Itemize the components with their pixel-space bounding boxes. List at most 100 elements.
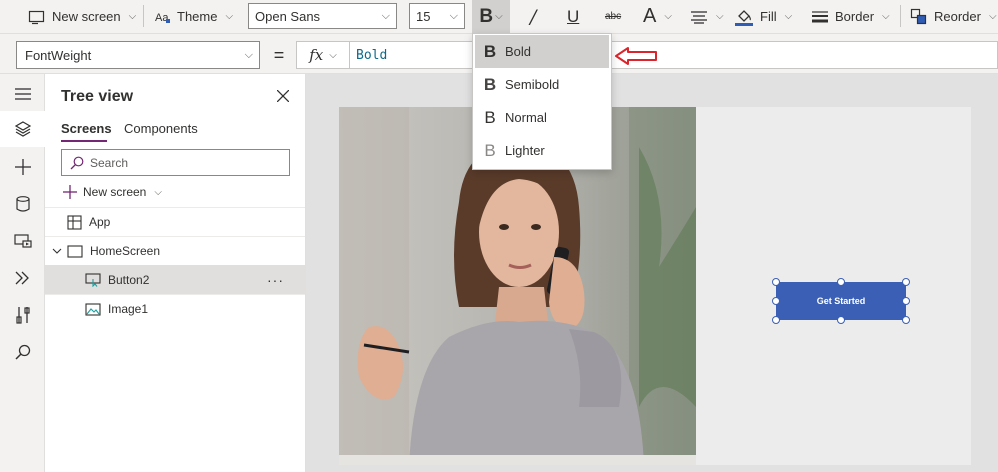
tree-item-button2[interactable]: Button2 ··· <box>45 265 305 294</box>
tree-item-homescreen[interactable]: HomeScreen <box>45 236 305 265</box>
close-icon <box>277 90 289 102</box>
button-control-icon <box>85 273 101 287</box>
layers-icon <box>14 121 31 137</box>
chevron-down-icon: ⌵ <box>128 11 137 22</box>
new-screen-icon <box>28 10 45 24</box>
search-icon <box>14 344 30 360</box>
data-button[interactable] <box>0 186 45 222</box>
font-weight-dropdown: B Bold B Semibold B Normal B Lighter <box>472 33 612 170</box>
chevron-down-icon: ⌵ <box>495 11 503 22</box>
tree-view-panel: Tree view Screens Components Search New … <box>45 74 306 472</box>
reorder-button[interactable]: Reorder ⌵ <box>910 0 997 33</box>
italic-icon: / <box>530 5 537 28</box>
image-control-icon <box>85 302 101 316</box>
tab-screens[interactable]: Screens <box>61 121 112 136</box>
border-label: Border <box>835 9 875 24</box>
app-icon <box>67 214 82 230</box>
equals-sign: = <box>273 44 285 65</box>
active-tab-indicator <box>61 140 107 142</box>
theme-icon: Aa <box>155 12 170 24</box>
fill-bucket-icon <box>735 9 753 26</box>
option-label: Normal <box>505 110 547 125</box>
tree-view-button[interactable] <box>0 111 45 147</box>
toolbar: New screen ⌵ Aa Theme ⌵ Open Sans ⌵ 15 ⌵… <box>0 0 998 33</box>
toolbar-divider <box>900 5 901 27</box>
chevron-down-icon: ⌵ <box>664 11 672 22</box>
tree-view-title: Tree view <box>61 88 134 105</box>
resize-handle[interactable] <box>837 278 845 286</box>
new-screen-label: New screen <box>52 9 121 24</box>
media-icon <box>13 234 32 248</box>
property-select[interactable]: FontWeight ⌵ <box>16 41 260 69</box>
reorder-label: Reorder <box>934 9 981 24</box>
chevron-down-icon: ⌵ <box>449 9 458 22</box>
font-family-select[interactable]: Open Sans ⌵ <box>248 3 397 29</box>
insert-button[interactable] <box>0 149 45 185</box>
chevron-down-icon: ⌵ <box>882 11 890 22</box>
fx-button[interactable]: fx ⌵ <box>296 41 350 69</box>
search-rail-button[interactable] <box>0 334 45 370</box>
close-button[interactable] <box>273 86 293 106</box>
tree-new-screen-button[interactable]: New screen ⌵ <box>63 181 162 203</box>
database-icon <box>15 196 30 212</box>
chevron-down-icon: ⌵ <box>154 186 162 198</box>
fill-label: Fill <box>760 9 777 24</box>
bold-icon: B <box>483 41 497 61</box>
tab-components[interactable]: Components <box>124 121 198 136</box>
font-weight-option-bold[interactable]: B Bold <box>475 35 609 68</box>
theme-button[interactable]: Aa Theme ⌵ <box>155 0 233 33</box>
strikethrough-button[interactable]: abc <box>605 0 621 33</box>
resize-handle[interactable] <box>772 316 780 324</box>
search-input[interactable]: Search <box>61 149 290 176</box>
font-weight-option-lighter[interactable]: B Lighter <box>475 134 609 167</box>
theme-label: Theme <box>177 9 218 24</box>
underline-button[interactable]: U <box>567 0 579 33</box>
tree-item-app[interactable]: App <box>45 207 305 236</box>
font-color-button[interactable]: A ⌵ <box>643 0 672 33</box>
formula-input[interactable]: Bold <box>350 41 998 69</box>
chevron-down-icon: ⌵ <box>381 9 390 22</box>
resize-handle[interactable] <box>902 316 910 324</box>
screen-icon <box>67 244 83 258</box>
chevron-down-icon: ⌵ <box>784 11 793 22</box>
tree-item-image1[interactable]: Image1 <box>45 294 305 323</box>
advanced-tools-button[interactable] <box>0 297 45 333</box>
border-button[interactable]: Border ⌵ <box>811 0 890 33</box>
font-weight-option-normal[interactable]: B Normal <box>475 101 609 134</box>
new-screen-button[interactable]: New screen ⌵ <box>28 0 136 33</box>
font-color-icon: A <box>643 5 657 27</box>
chevron-down-icon: ⌵ <box>716 11 724 22</box>
resize-handle[interactable] <box>902 297 910 305</box>
normal-icon: B <box>484 107 496 127</box>
resize-handle[interactable] <box>902 278 910 286</box>
tree-item-label: App <box>89 215 111 229</box>
power-automate-button[interactable] <box>0 260 45 296</box>
option-label: Semibold <box>505 77 560 92</box>
new-screen-label: New screen <box>83 185 147 199</box>
plus-icon <box>14 159 31 175</box>
bold-icon: B <box>479 5 494 27</box>
resize-handle[interactable] <box>837 316 845 324</box>
fill-button[interactable]: Fill ⌵ <box>734 0 792 33</box>
font-size-select[interactable]: 15 ⌵ <box>409 3 465 29</box>
search-icon <box>70 156 84 169</box>
more-options-icon[interactable]: ··· <box>267 272 284 288</box>
italic-button[interactable]: / <box>530 0 536 33</box>
media-button[interactable] <box>0 223 45 259</box>
tree-item-label: HomeScreen <box>90 244 161 258</box>
tools-icon <box>15 307 30 324</box>
formula-value: Bold <box>356 47 388 63</box>
border-icon <box>812 10 828 22</box>
chevron-down-icon <box>52 248 62 254</box>
semibold-icon: B <box>483 74 497 94</box>
resize-handle[interactable] <box>772 297 780 305</box>
flow-icon <box>15 271 29 285</box>
option-label: Bold <box>505 44 532 59</box>
plus-icon <box>63 185 77 199</box>
font-weight-button[interactable]: B ⌵ <box>472 0 510 33</box>
hamburger-menu-button[interactable] <box>0 76 45 112</box>
font-weight-option-semibold[interactable]: B Semibold <box>475 68 609 101</box>
text-align-button[interactable]: ⌵ <box>690 0 724 33</box>
resize-handle[interactable] <box>772 278 780 286</box>
hamburger-icon <box>14 88 31 100</box>
